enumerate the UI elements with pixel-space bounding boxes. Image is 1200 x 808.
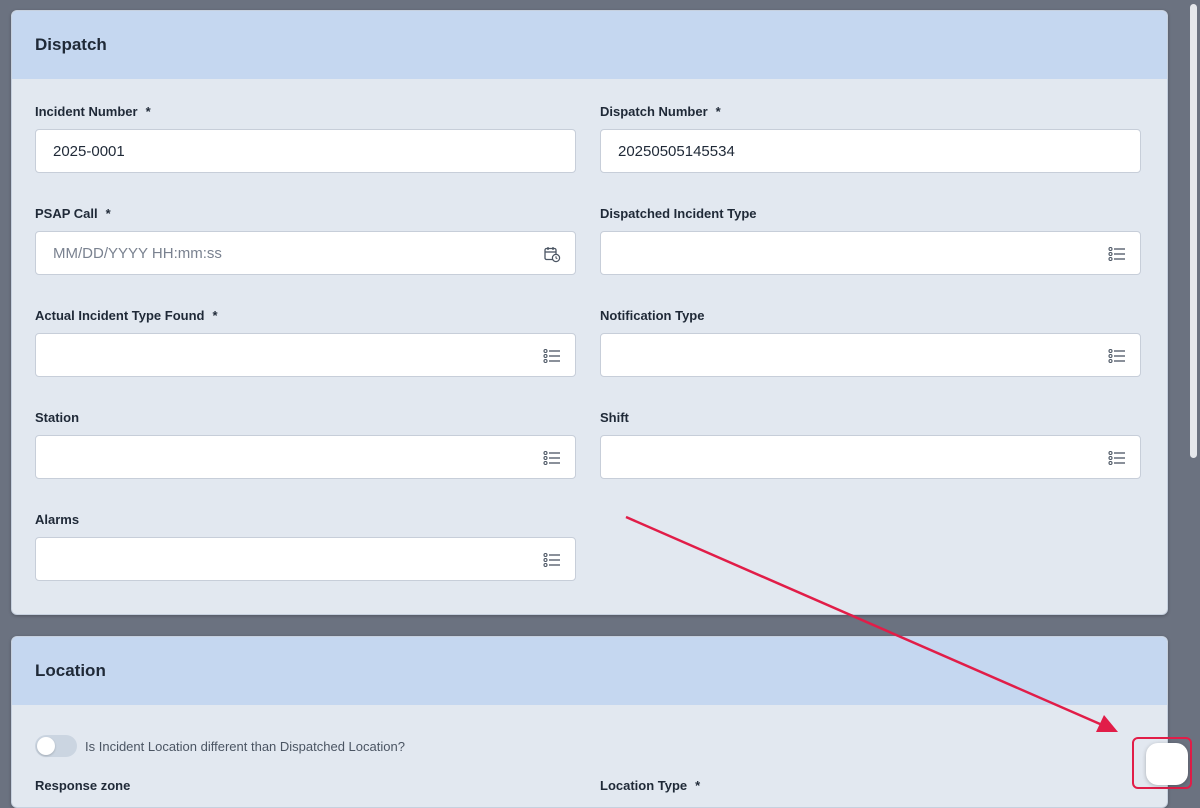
required-marker: * <box>212 308 218 323</box>
location-section: Location Is Incident Location different … <box>11 636 1168 808</box>
required-marker: * <box>695 778 701 793</box>
incident-number-label: Incident Number <box>35 104 138 119</box>
response-zone-label: Response zone <box>35 778 131 793</box>
scrollbar-thumb[interactable] <box>1190 4 1197 458</box>
required-marker: * <box>105 206 111 221</box>
dispatch-section-title: Dispatch <box>12 11 1167 79</box>
dispatched-incident-type-label: Dispatched Incident Type <box>600 206 757 221</box>
dispatch-number-value: 20250505145534 <box>618 142 735 160</box>
location-toggle-label: Is Incident Location different than Disp… <box>85 738 405 754</box>
list-icon[interactable] <box>1108 347 1126 365</box>
list-icon[interactable] <box>543 551 561 569</box>
location-different-toggle[interactable] <box>35 735 77 757</box>
shift-label: Shift <box>600 410 629 425</box>
list-icon[interactable] <box>543 449 561 467</box>
dispatch-number-label: Dispatch Number <box>600 104 708 119</box>
station-label: Station <box>35 410 80 425</box>
dispatch-section: Dispatch Incident Number * 2025-0001 Disp… <box>11 10 1168 615</box>
voice-assistant-button[interactable] <box>1146 743 1188 785</box>
list-icon[interactable] <box>1108 245 1126 263</box>
shift-select[interactable] <box>600 435 1141 479</box>
station-select[interactable] <box>35 435 576 479</box>
location-toggle-row: Is Incident Location different than Disp… <box>35 735 405 757</box>
list-icon[interactable] <box>1108 449 1126 467</box>
notification-type-label: Notification Type <box>600 308 705 323</box>
incident-number-value: 2025-0001 <box>53 142 125 160</box>
alarms-label: Alarms <box>35 512 80 527</box>
required-marker: * <box>145 104 151 119</box>
actual-incident-type-select[interactable] <box>35 333 576 377</box>
psap-call-input[interactable]: MM/DD/YYYY HH:mm:ss <box>35 231 576 275</box>
list-icon[interactable] <box>543 347 561 365</box>
actual-incident-type-label: Actual Incident Type Found <box>35 308 205 323</box>
calendar-clock-icon[interactable] <box>543 245 561 263</box>
location-section-title: Location <box>12 637 1167 705</box>
toggle-knob <box>37 737 55 755</box>
location-type-label: Location Type <box>600 778 688 793</box>
incident-number-input[interactable]: 2025-0001 <box>35 129 576 173</box>
voice-waveform-icon <box>1155 754 1178 774</box>
required-marker: * <box>715 104 721 119</box>
psap-call-placeholder: MM/DD/YYYY HH:mm:ss <box>53 244 222 262</box>
dispatched-incident-type-select[interactable] <box>600 231 1141 275</box>
alarms-select[interactable] <box>35 537 576 581</box>
notification-type-select[interactable] <box>600 333 1141 377</box>
psap-call-label: PSAP Call <box>35 206 98 221</box>
dispatch-number-input[interactable]: 20250505145534 <box>600 129 1141 173</box>
